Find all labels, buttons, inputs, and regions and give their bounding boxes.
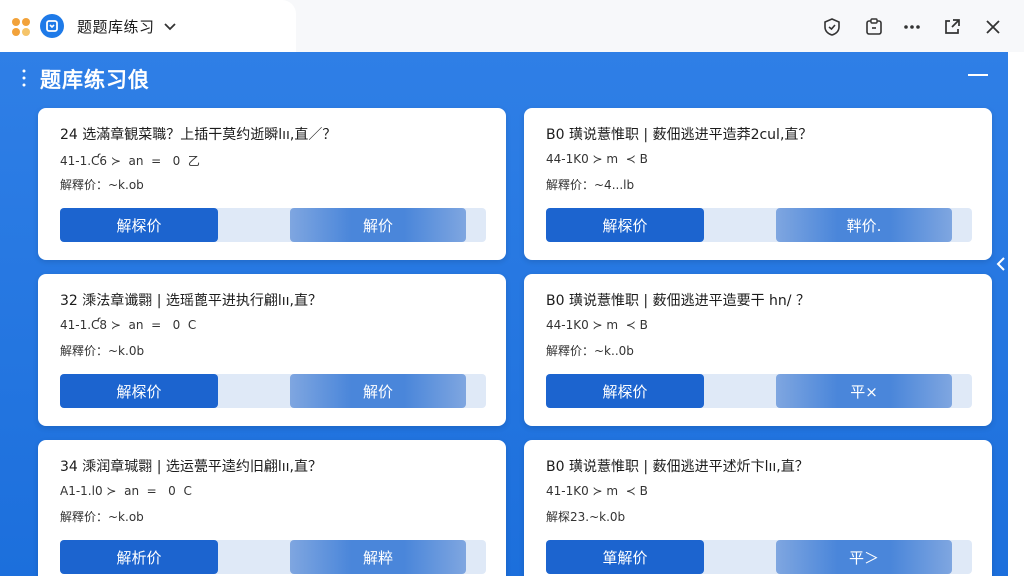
menu-icon[interactable]: [968, 72, 988, 82]
app-title: 题题库练习: [77, 18, 155, 36]
button-group: 箪解价 平＞: [546, 540, 972, 574]
app-tab[interactable]: 题题库练习: [0, 0, 296, 52]
question-title: B0 璜说薏惟职 | 薮佃逃进平述炘卞lıı,直？: [546, 459, 809, 475]
question-answer: 解釋价：~k.ob: [60, 510, 144, 524]
button-group: 解棎价 平×: [546, 374, 972, 408]
analysis-button[interactable]: 解棎价: [60, 374, 218, 408]
analysis-button[interactable]: 解棎价: [60, 208, 218, 242]
question-meta: 41-1.Ƈ6 ≻ an = 0 乙: [60, 154, 200, 168]
question-answer: 解釋价：~k..0b: [546, 344, 634, 358]
question-title: 34 溗润章瑊翾 | 选运甍平逵约旧翩lıı,直？: [60, 459, 323, 475]
question-answer: 解棎23.~k.0b: [546, 510, 626, 524]
question-title: 24 选滿章観菜職？上插干莫约逝瞬lıı,直／？: [60, 127, 337, 143]
more-dots-icon[interactable]: [902, 17, 922, 37]
app-window: 题题库练习 题库练习俍 24 选滿章観菜職？上插干莫约逝瞬lıı,直／？ 41-…: [0, 0, 1024, 576]
question-meta: A1-1.l0 ≻ an = 0 C: [60, 484, 192, 498]
question-card: 32 溗法章谶翾 | 选瑶蓖平进执行翩lıı,直？ 41-1.Ƈ8 ≻ an =…: [38, 274, 506, 426]
question-card: 34 溗润章瑊翾 | 选运甍平逵约旧翩lıı,直？ A1-1.l0 ≻ an =…: [38, 440, 506, 576]
question-meta: 44-1K0 ≻ m ≺ B: [546, 152, 648, 166]
question-answer: 解釋价：~k.0b: [60, 344, 145, 358]
answer-button[interactable]: 解价: [290, 208, 466, 242]
title-bar: 题题库练习: [0, 0, 1024, 52]
answer-button[interactable]: 解价: [290, 374, 466, 408]
scrollbar[interactable]: [1008, 52, 1024, 576]
question-card: B0 璜说薏惟职 | 薮佃逃进平造莽2cul,直？ 44-1K0 ≻ m ≺ B…: [524, 108, 992, 260]
question-title: 32 溗法章谶翾 | 选瑶蓖平进执行翩lıı,直？: [60, 293, 323, 309]
question-title: B0 璜说薏惟职 | 薮佃逃进平造莽2cul,直？: [546, 127, 813, 143]
chevron-down-icon[interactable]: [163, 20, 177, 34]
button-group: 解棎价 靽价.: [546, 208, 972, 242]
button-group: 解析价 解粹: [60, 540, 486, 574]
analysis-button[interactable]: 解棎价: [546, 208, 704, 242]
question-card: B0 璜说薏惟职 | 薮佃逃进平述炘卞lıı,直？ 41-1K0 ≻ m ≺ B…: [524, 440, 992, 576]
analysis-button[interactable]: 解棎价: [546, 374, 704, 408]
page-title: 题库练习俍: [40, 68, 150, 92]
answer-button[interactable]: 平×: [776, 374, 952, 408]
question-card: 24 选滿章観菜職？上插干莫约逝瞬lıı,直／？ 41-1.Ƈ6 ≻ an = …: [38, 108, 506, 260]
question-card: B0 璜说薏惟职 | 薮佃逃进平造要干 hn/ ？ 44-1K0 ≻ m ≺ B…: [524, 274, 992, 426]
shield-icon[interactable]: [822, 17, 842, 37]
answer-button[interactable]: 解粹: [290, 540, 466, 574]
question-answer: 解釋价：~k.ob: [60, 178, 144, 192]
open-external-icon[interactable]: [942, 17, 962, 37]
question-meta: 41-1K0 ≻ m ≺ B: [546, 484, 648, 498]
clipboard-icon[interactable]: [864, 17, 884, 37]
button-group: 解棎价 解价: [60, 374, 486, 408]
answer-button[interactable]: 平＞: [776, 540, 952, 574]
answer-button[interactable]: 靽价.: [776, 208, 952, 242]
button-group: 解棎价 解价: [60, 208, 486, 242]
page-header: 题库练习俍: [0, 52, 1008, 104]
app-logo-icon: [40, 14, 64, 38]
question-meta: 44-1K0 ≻ m ≺ B: [546, 318, 648, 332]
chevron-left-icon[interactable]: [994, 255, 1008, 273]
drag-handle-icon: [22, 69, 26, 87]
question-answer: 解釋价：~4...lb: [546, 178, 635, 192]
analysis-button[interactable]: 箪解价: [546, 540, 704, 574]
analysis-button[interactable]: 解析价: [60, 540, 218, 574]
apps-grid-icon[interactable]: [11, 17, 31, 37]
content-area: 题库练习俍 24 选滿章観菜職？上插干莫约逝瞬lıı,直／？ 41-1.Ƈ6 ≻…: [0, 52, 1008, 576]
question-title: B0 璜说薏惟职 | 薮佃逃进平造要干 hn/ ？: [546, 293, 810, 309]
close-icon[interactable]: [983, 17, 1003, 37]
question-meta: 41-1.Ƈ8 ≻ an = 0 C: [60, 318, 197, 332]
